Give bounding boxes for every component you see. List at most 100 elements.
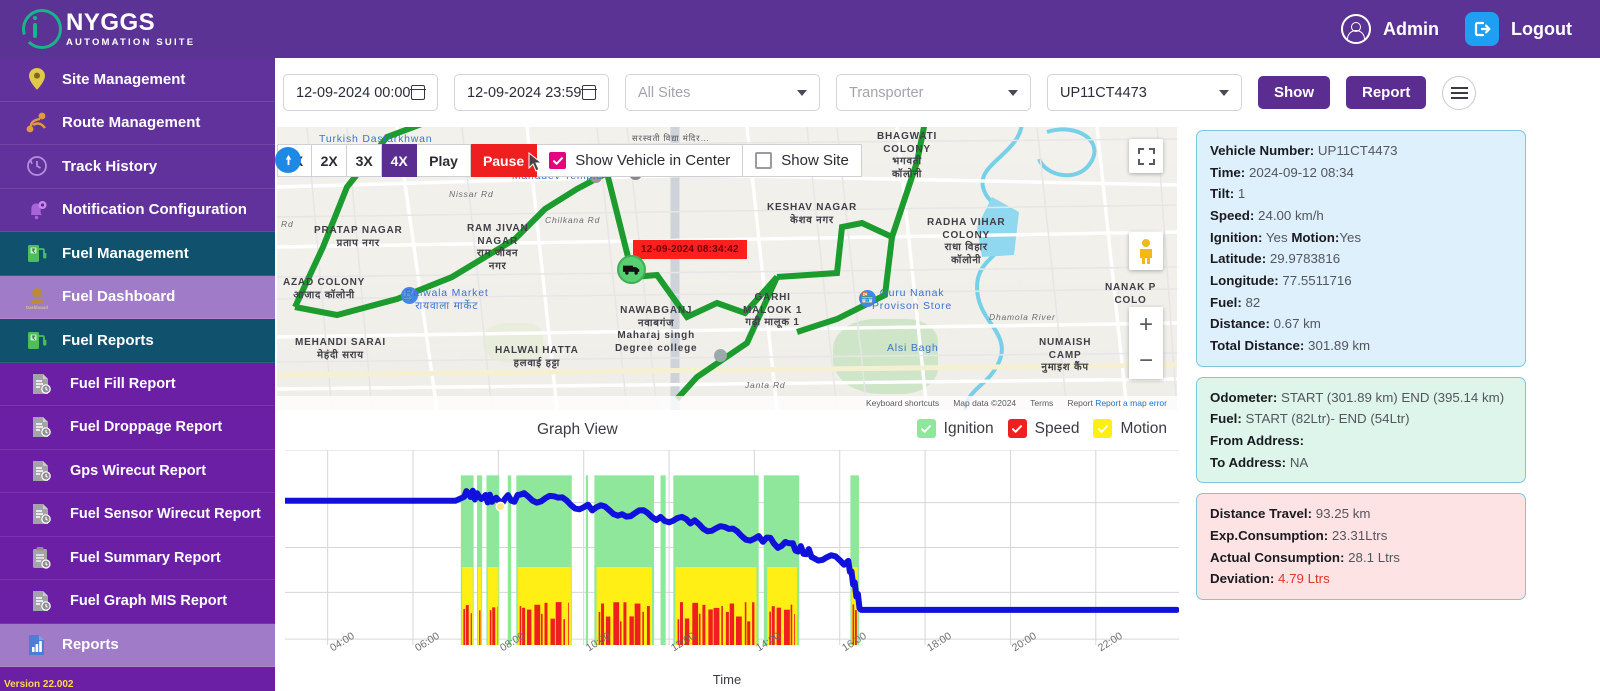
graph-x-axis-label: Time xyxy=(712,672,742,687)
site-select-value: All Sites xyxy=(638,84,691,101)
legend-label-ignition: Ignition xyxy=(943,419,994,437)
map-label: Guru Nanak Provison Store xyxy=(872,287,953,313)
sidebar-item-label: Fuel Reports xyxy=(62,331,154,349)
legend-item-motion[interactable]: Motion xyxy=(1093,419,1167,438)
sidebar-item-fuel-graph-mis-report[interactable]: Fuel Graph MIS Report xyxy=(0,580,275,624)
playback-toolbar[interactable]: 1X 2X 3X 4X Play Pause Show Vehicle in C… xyxy=(275,144,862,177)
map-pin-icon xyxy=(16,67,58,91)
sidebar[interactable]: Site Management Route Management Track His… xyxy=(0,58,275,691)
tilt-label: Tilt xyxy=(1210,186,1230,202)
logout-button[interactable]: Logout xyxy=(1465,12,1572,46)
map-label: MEHANDI SARAI मेहंदी सराय xyxy=(295,337,386,361)
sidebar-item-fuel-management[interactable]: ₹ Fuel Management xyxy=(0,232,275,276)
to-address-label: To Address xyxy=(1210,454,1282,470)
truck-marker-icon[interactable] xyxy=(617,255,646,284)
show-vehicle-center-toggle[interactable]: Show Vehicle in Center xyxy=(537,144,744,177)
checkbox-unchecked-icon[interactable] xyxy=(755,152,773,169)
route-icon xyxy=(16,112,58,134)
speed-4x-button[interactable]: 4X xyxy=(382,144,418,177)
odometer-label: Odometer xyxy=(1210,389,1273,405)
report-doc-icon xyxy=(20,415,62,439)
calendar-icon[interactable] xyxy=(581,85,597,100)
sidebar-item-fuel-summary-report[interactable]: Fuel Summary Report xyxy=(0,536,275,580)
fullscreen-icon[interactable] xyxy=(1129,139,1163,173)
dashboard-icon: Dashboard xyxy=(16,284,58,310)
motion-value: Yes xyxy=(1339,229,1362,245)
speed-2x-button[interactable]: 2X xyxy=(312,144,348,177)
zoom-out-button[interactable]: − xyxy=(1129,343,1163,379)
sidebar-item-fuel-droppage-report[interactable]: Fuel Droppage Report xyxy=(0,406,275,450)
latitude-label: Latitude xyxy=(1210,251,1262,267)
from-date-input[interactable]: 12-09-2024 00:00 xyxy=(283,74,438,111)
map-label: Chilkana Rd xyxy=(545,215,601,225)
speed-3x-button[interactable]: 3X xyxy=(347,144,383,177)
report-doc-icon xyxy=(20,459,62,483)
vehicle-select[interactable]: UP11CT4473 xyxy=(1047,74,1242,111)
hamburger-menu-icon[interactable] xyxy=(1442,75,1477,110)
sidebar-item-gps-wirecut-report[interactable]: Gps Wirecut Report xyxy=(0,449,275,493)
ignition-motion-row: Ignition: Yes Motion:Yes xyxy=(1210,229,1362,245)
report-map-error-link[interactable]: Report Report a map error xyxy=(1067,398,1167,408)
sidebar-item-label: Reports xyxy=(62,636,119,654)
distance-label: Distance xyxy=(1210,316,1266,332)
graph-panel: Graph View Ignition Speed Motion 04:00 0… xyxy=(277,410,1179,691)
map-zoom-controls[interactable]: + − xyxy=(1129,307,1163,379)
speed-1x-button[interactable]: 1X xyxy=(275,144,313,177)
sidebar-item-site-management[interactable]: Site Management xyxy=(0,58,275,102)
total-distance-label: Total Distance xyxy=(1210,338,1300,354)
sidebar-item-track-history[interactable]: Track History xyxy=(0,145,275,189)
distance-travel-value: 93.25 km xyxy=(1315,506,1371,522)
map-data-label: Map data ©2024 xyxy=(953,398,1017,408)
map-poi-generic-icon xyxy=(714,349,727,362)
keyboard-shortcuts-link[interactable]: Keyboard shortcuts xyxy=(866,398,939,408)
fuel-pump-icon: ₹ xyxy=(16,241,58,265)
sidebar-item-route-management[interactable]: Route Management xyxy=(0,101,275,145)
vehicle-tooltip: 12-09-2024 08:34:42 xyxy=(633,240,747,259)
exp-consumption-label: Exp.Consumption xyxy=(1210,528,1324,544)
distance-travel-row: Distance Travel: 93.25 km xyxy=(1210,506,1371,522)
odometer-row: Odometer: START (301.89 km) END (395.14 … xyxy=(1210,389,1505,405)
site-select[interactable]: All Sites xyxy=(625,74,820,111)
sidebar-item-fuel-reports[interactable]: ₹ Fuel Reports xyxy=(0,319,275,363)
svg-text:Dashboard: Dashboard xyxy=(26,305,48,310)
motion-checkbox-icon[interactable] xyxy=(1093,419,1113,438)
sidebar-item-fuel-fill-report[interactable]: Fuel Fill Report xyxy=(0,362,275,406)
time-value: 2024-09-12 08:34 xyxy=(1248,164,1354,180)
legend-item-ignition[interactable]: Ignition xyxy=(916,419,994,438)
sidebar-item-label: Route Management xyxy=(62,114,201,132)
map-label: GARHI MALOOK 1 गढ़ी मालूक 1 xyxy=(743,292,803,328)
sidebar-item-fuel-dashboard[interactable]: Dashboard Fuel Dashboard xyxy=(0,275,275,319)
legend-item-speed[interactable]: Speed xyxy=(1007,419,1080,438)
map-label: RADHA VIHAR COLONY राधा विहार कॉलोनी xyxy=(927,217,1006,266)
tilt-row: Tilt: 1 xyxy=(1210,186,1246,202)
to-date-input[interactable]: 12-09-2024 23:59 xyxy=(454,74,609,111)
admin-user-button[interactable]: Admin xyxy=(1341,14,1439,44)
info-panels: Vehicle Number: UP11CT4473 Time: 2024-09… xyxy=(1196,130,1526,610)
play-button[interactable]: Play xyxy=(417,144,471,177)
show-site-toggle[interactable]: Show Site xyxy=(743,144,862,177)
show-button[interactable]: Show xyxy=(1258,76,1330,109)
latitude-row: Latitude: 29.9783816 xyxy=(1210,251,1341,267)
distance-value: 0.67 km xyxy=(1273,316,1321,332)
sidebar-item-fuel-sensor-wirecut-report[interactable]: Fuel Sensor Wirecut Report xyxy=(0,493,275,537)
report-doc-icon xyxy=(20,502,62,526)
graph-legend[interactable]: Ignition Speed Motion xyxy=(916,419,1167,438)
sidebar-item-reports[interactable]: Reports xyxy=(0,623,275,667)
speed-checkbox-icon[interactable] xyxy=(1007,419,1027,438)
checkbox-checked-icon[interactable] xyxy=(549,152,567,169)
nyggs-logo-icon xyxy=(14,1,70,57)
street-view-pegman-icon[interactable] xyxy=(1129,232,1163,270)
actual-consumption-value: 28.1 Ltrs xyxy=(1348,549,1400,565)
show-site-label: Show Site xyxy=(781,152,849,169)
ignition-checkbox-icon[interactable] xyxy=(916,419,936,438)
legend-label-speed: Speed xyxy=(1034,419,1080,437)
report-button[interactable]: Report xyxy=(1346,76,1427,109)
chevron-down-icon xyxy=(1008,89,1018,96)
sidebar-item-notification-configuration[interactable]: Notification Configuration xyxy=(0,188,275,232)
calendar-icon[interactable] xyxy=(410,85,426,100)
transporter-select[interactable]: Transporter xyxy=(836,74,1031,111)
map-label: KESHAV NAGAR केशव नगर xyxy=(767,202,857,226)
terms-link[interactable]: Terms xyxy=(1030,398,1053,408)
zoom-in-button[interactable]: + xyxy=(1129,307,1163,343)
map-label: Nissar Rd xyxy=(449,189,494,199)
